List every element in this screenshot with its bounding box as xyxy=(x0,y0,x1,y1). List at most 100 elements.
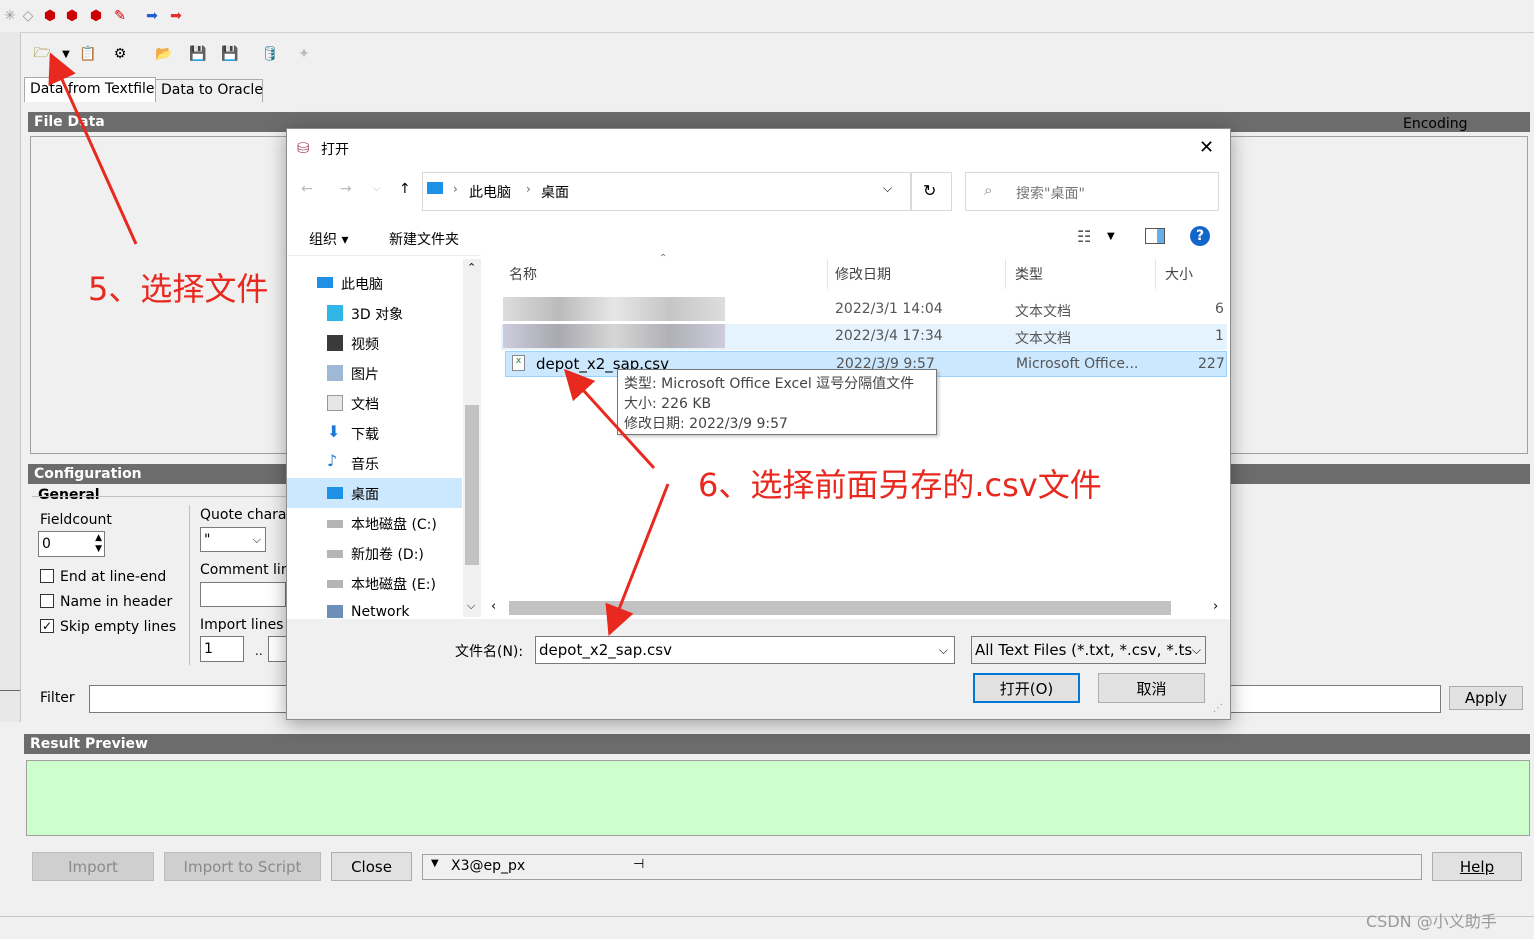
nav-downloads[interactable]: ⬇ 下载 xyxy=(287,418,462,448)
refresh-button[interactable]: ↻ xyxy=(910,172,952,211)
nav-desktop[interactable]: 桌面 xyxy=(287,478,462,508)
file-row-2[interactable]: 2022/3/4 17:34 文本文档 1 xyxy=(501,324,1227,350)
nav-drive-d[interactable]: 新加卷 (D:) xyxy=(287,538,462,568)
save-as-icon[interactable]: 💾 xyxy=(220,44,240,64)
save-icon[interactable]: 💾 xyxy=(188,44,208,64)
chevron-left-icon[interactable]: ‹ xyxy=(491,599,496,614)
nav-documents[interactable]: 文档 xyxy=(287,388,462,418)
column-divider xyxy=(1005,259,1006,289)
column-size[interactable]: 大小 xyxy=(1165,264,1193,284)
filetype-value: All Text Files (*.txt, *.csv, *.tsv xyxy=(975,641,1202,659)
film-icon xyxy=(327,335,343,351)
nav-videos[interactable]: 视频 xyxy=(287,328,462,358)
column-type[interactable]: 类型 xyxy=(1015,264,1043,284)
toolbar-icon-6[interactable]: ✎ xyxy=(110,6,130,26)
file-row-1[interactable]: 2022/3/1 14:04 文本文档 6 xyxy=(501,297,1227,323)
arrow-right-red-icon[interactable]: ➡ xyxy=(166,6,186,26)
computer-icon xyxy=(427,182,443,194)
import-button[interactable]: Import xyxy=(32,852,154,881)
new-folder-button[interactable]: 新建文件夹 xyxy=(389,229,459,249)
apply-button[interactable]: Apply xyxy=(1449,686,1523,710)
tab-data-from-textfile[interactable]: Data from Textfile xyxy=(24,77,156,102)
connection-field[interactable]: ▼ X3@ep_px ⊣ xyxy=(422,854,1422,880)
open-button[interactable]: 打开(O) xyxy=(973,673,1080,703)
import-to-script-button[interactable]: Import to Script xyxy=(164,852,321,881)
address-bar[interactable]: › 此电脑 › 桌面 ⌵ xyxy=(422,172,912,211)
close-icon[interactable]: ✕ xyxy=(1199,137,1214,158)
import-lines-label: Import lines xyxy=(200,617,284,633)
chevron-down-icon[interactable]: ⌵ xyxy=(1191,637,1201,663)
database-icon[interactable]: 🛢 xyxy=(260,44,280,64)
chevron-up-icon[interactable]: ⌃ xyxy=(467,261,476,274)
pin-icon[interactable]: ⊣ xyxy=(633,857,644,872)
toolbar-icon-2[interactable]: ◇ xyxy=(18,6,38,26)
filetype-select[interactable]: All Text Files (*.txt, *.csv, *.tsv ⌵ xyxy=(971,636,1206,664)
close-button[interactable]: Close xyxy=(331,852,412,881)
nav-scrollbar[interactable]: ⌃ ⌵ xyxy=(463,259,481,617)
chevron-down-icon[interactable]: ⌵ xyxy=(939,637,948,663)
nav-drive-c[interactable]: 本地磁盘 (C:) xyxy=(287,508,462,538)
nav-label: 3D 对象 xyxy=(351,307,404,323)
computer-icon xyxy=(317,277,333,288)
nav-network[interactable]: Network xyxy=(287,598,462,618)
organize-menu[interactable]: 组织 ▾ xyxy=(309,229,348,249)
nav-drive-e[interactable]: 本地磁盘 (E:) xyxy=(287,568,462,598)
chevron-down-icon[interactable]: ⌵ xyxy=(467,599,475,613)
chevron-right-icon[interactable]: › xyxy=(1213,599,1218,614)
sort-arrow-icon: ⌃ xyxy=(659,253,668,264)
close-button-label: Close xyxy=(351,857,392,876)
back-icon[interactable]: ← xyxy=(301,181,313,197)
nav-scrollbar-thumb[interactable] xyxy=(465,405,479,565)
forward-icon[interactable]: → xyxy=(340,181,352,197)
nav-this-pc[interactable]: 此电脑 xyxy=(277,268,452,298)
chevron-down-icon[interactable]: ▼ xyxy=(431,858,439,869)
up-icon[interactable]: ↑ xyxy=(399,181,411,197)
name-in-header-checkbox[interactable] xyxy=(40,594,54,608)
search-box[interactable]: ⌕ 搜索"桌面" xyxy=(965,172,1219,211)
folder-open-icon[interactable]: 📂 xyxy=(154,44,174,64)
filename-input[interactable]: depot_x2_sap.csv ⌵ xyxy=(535,636,955,664)
chevron-down-icon[interactable]: ▼ xyxy=(56,44,76,64)
view-options-icon[interactable]: ☷ xyxy=(1077,227,1091,246)
toolbar-icon-3[interactable]: ⬢ xyxy=(40,6,60,26)
file-list-hscrollbar[interactable]: ‹ › xyxy=(487,599,1225,617)
filename-label: 文件名(N): xyxy=(455,644,524,660)
toolbar-icon-4[interactable]: ⬢ xyxy=(62,6,82,26)
chevron-down-icon[interactable]: ⌵ xyxy=(373,183,381,194)
resize-grip-icon[interactable]: ⋰ xyxy=(1213,703,1223,714)
clipboard-icon[interactable]: 📋 xyxy=(78,44,98,64)
column-date[interactable]: 修改日期 xyxy=(835,264,891,284)
hscrollbar-thumb[interactable] xyxy=(509,601,1171,615)
filename-value: depot_x2_sap.csv xyxy=(539,641,672,659)
wand-icon[interactable]: ✦ xyxy=(294,44,314,64)
cancel-button[interactable]: 取消 xyxy=(1098,673,1205,703)
breadcrumb-desktop[interactable]: 桌面 xyxy=(541,182,569,202)
column-name[interactable]: 名称 xyxy=(509,264,537,284)
fieldcount-stepper[interactable]: 0 ▲ ▼ xyxy=(38,531,105,557)
import-lines-from-value: 1 xyxy=(204,641,213,657)
nav-music[interactable]: ♪ 音乐 xyxy=(287,448,462,478)
comment-select[interactable] xyxy=(200,582,286,607)
chevron-down-icon[interactable]: ▼ xyxy=(1107,231,1115,242)
nav-pictures[interactable]: 图片 xyxy=(287,358,462,388)
help-button[interactable]: Help xyxy=(1432,852,1522,881)
skip-empty-lines-checkbox[interactable]: ✓ xyxy=(40,619,54,633)
preview-pane-icon[interactable] xyxy=(1145,228,1165,244)
help-icon[interactable]: ? xyxy=(1190,226,1210,246)
settings-icon[interactable]: ⚙ xyxy=(110,44,130,64)
open-file-icon[interactable]: 🗁 xyxy=(32,44,52,64)
end-at-line-end-checkbox[interactable] xyxy=(40,569,54,583)
toolbar-icon-1[interactable]: ✳ xyxy=(0,6,20,26)
breadcrumb-this-pc[interactable]: 此电脑 xyxy=(469,182,511,202)
quote-char-select[interactable]: " ⌵ xyxy=(200,527,266,552)
stepper-arrows-icon[interactable]: ▲ ▼ xyxy=(95,533,102,555)
arrow-right-blue-icon[interactable]: ➡ xyxy=(142,6,162,26)
import-lines-from-input[interactable]: 1 xyxy=(200,636,244,662)
fieldcount-label: Fieldcount xyxy=(40,512,112,528)
help-button-label: Help xyxy=(1459,857,1495,876)
tab-data-to-oracle[interactable]: Data to Oracle xyxy=(155,79,263,102)
download-icon: ⬇ xyxy=(327,422,341,441)
chevron-down-icon[interactable]: ⌵ xyxy=(883,181,892,196)
nav-3d-objects[interactable]: 3D 对象 xyxy=(287,298,462,328)
toolbar-icon-5[interactable]: ⬢ xyxy=(86,6,106,26)
